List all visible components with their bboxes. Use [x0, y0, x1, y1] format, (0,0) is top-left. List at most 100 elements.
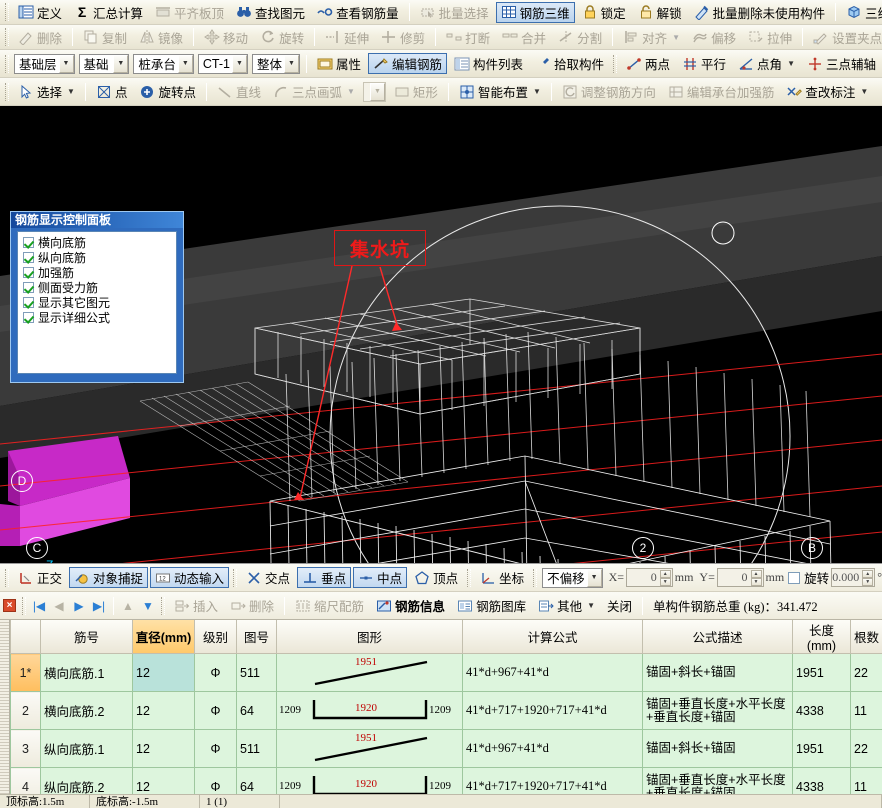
- cell-index[interactable]: 1*: [11, 654, 41, 692]
- cell-shape[interactable]: 1209 1920 1209: [277, 692, 463, 730]
- rebar-button-scaled-rebar[interactable]: 缩尺配筋: [290, 595, 369, 616]
- checkbox-row-reinforcement-rebar[interactable]: 加强筋: [20, 265, 174, 280]
- checkbox-row-longitudinal-bottom-rebar[interactable]: 纵向底筋: [20, 250, 174, 265]
- nav-first-record[interactable]: |◀: [29, 596, 49, 616]
- toolbar-grip[interactable]: [5, 83, 9, 101]
- snap-toggle-ortho[interactable]: 正交: [13, 567, 67, 588]
- cell-shape[interactable]: 1951: [277, 654, 463, 692]
- chevron-down-icon[interactable]: ▼: [533, 87, 541, 96]
- col-header-count[interactable]: 根数: [851, 620, 882, 654]
- toolbar-button-three-point-axis[interactable]: 三点辅轴: [802, 53, 881, 74]
- chevron-down-icon[interactable]: ▼: [113, 55, 128, 73]
- cell-length[interactable]: 4338: [793, 692, 851, 730]
- snap-toggle-coordinate[interactable]: 坐标: [475, 567, 529, 588]
- nav-prev-record[interactable]: ◀: [49, 596, 69, 616]
- chevron-down-icon[interactable]: ▼: [284, 55, 299, 73]
- nav-move-down[interactable]: ▼: [138, 596, 158, 616]
- cell-diameter[interactable]: 12: [133, 692, 195, 730]
- chevron-down-icon[interactable]: ▼: [860, 87, 868, 96]
- table-row[interactable]: 2 横向底筋.2 12 Φ 64 1209 1920 1209 41*d+717…: [11, 692, 882, 730]
- toolbar-button-component-list[interactable]: 构件列表: [449, 53, 528, 74]
- cell-grade[interactable]: Φ: [195, 730, 237, 768]
- rebar-button-other[interactable]: 其他 ▼: [533, 595, 600, 616]
- rebar-table[interactable]: 筋号 直径(mm) 级别 图号 图形 计算公式 公式描述 长度(mm) 根数 1…: [10, 620, 882, 794]
- chevron-down-icon[interactable]: ▼: [672, 33, 680, 42]
- toolbar-button-align[interactable]: 对齐 ▼: [618, 27, 685, 48]
- toolbar-button-three-point-arc[interactable]: 三点画弧 ▼: [268, 81, 360, 102]
- checkbox[interactable]: [23, 297, 34, 308]
- combo-offset-mode[interactable]: 不偏移 ▼: [542, 568, 603, 588]
- toolbar-grip[interactable]: [613, 55, 617, 73]
- cell-name[interactable]: 横向底筋.1: [41, 654, 133, 692]
- rebar-button-rebar-info[interactable]: 钢筋信息: [371, 595, 450, 616]
- 3d-viewport[interactable]: Z Y X D C 2 B 集水坑 钢筋显示控制面板 横向底筋 纵向底筋: [0, 106, 882, 563]
- rebar-display-control-panel[interactable]: 钢筋显示控制面板 横向底筋 纵向底筋 加强筋 侧面受力筋: [10, 211, 184, 383]
- snap-toggle-intersection[interactable]: 交点: [241, 567, 295, 588]
- chevron-down-icon[interactable]: ▼: [370, 83, 385, 101]
- col-header-formula[interactable]: 计算公式: [463, 620, 643, 654]
- combo-floor[interactable]: 基础层 ▼: [14, 54, 75, 74]
- cell-length[interactable]: 1951: [793, 654, 851, 692]
- cell-shape-no[interactable]: 64: [237, 768, 277, 795]
- combo-scope[interactable]: 整体 ▼: [252, 54, 300, 74]
- toolbar-button-set-grip[interactable]: 设置夹点: [808, 27, 882, 48]
- toolbar-button-select[interactable]: 选择 ▼: [13, 81, 80, 102]
- snap-toggle-vertex[interactable]: 顶点: [409, 567, 463, 588]
- spinner-down[interactable]: ▼: [862, 578, 873, 586]
- rebar-button-rebar-library[interactable]: 钢筋图库: [452, 595, 531, 616]
- cell-index[interactable]: 3: [11, 730, 41, 768]
- rotate-spinner[interactable]: ▲▼: [862, 570, 873, 586]
- cell-index[interactable]: 2: [11, 692, 41, 730]
- snapbar-grip[interactable]: [233, 569, 237, 587]
- toolbar-button-parallel[interactable]: 平行: [677, 53, 731, 74]
- table-row[interactable]: 1* 横向底筋.1 12 Φ 511 1951 41*d+967+41*d 锚固…: [11, 654, 882, 692]
- checkbox-row-show-detailed-formula[interactable]: 显示详细公式: [20, 310, 174, 325]
- spinner-down[interactable]: ▼: [751, 578, 762, 586]
- x-coordinate-input[interactable]: 0 ▲▼: [626, 568, 673, 587]
- toolbar-button-stretch[interactable]: 拉伸: [743, 27, 797, 48]
- cell-shape-no[interactable]: 511: [237, 654, 277, 692]
- toolbar-button-copy[interactable]: 复制: [78, 27, 132, 48]
- toolbar-button-split[interactable]: 分割: [553, 27, 607, 48]
- checkbox-row-show-other-elements[interactable]: 显示其它图元: [20, 295, 174, 310]
- toolbar-button-pick-component[interactable]: 拾取构件: [530, 53, 609, 74]
- toolbar-button-find-element[interactable]: 查找图元: [231, 2, 310, 23]
- toolbar-button-point[interactable]: 点: [91, 81, 133, 102]
- snapbar-grip[interactable]: [533, 569, 537, 587]
- toolbar-button-align-slab-top[interactable]: 平齐板顶: [150, 2, 229, 23]
- rotate-checkbox[interactable]: [788, 572, 800, 584]
- toolbar-button-point-angle[interactable]: 点角 ▼: [733, 53, 800, 74]
- col-header-index[interactable]: [11, 620, 41, 654]
- combo-component-type[interactable]: 桩承台 ▼: [133, 54, 194, 74]
- close-icon[interactable]: ×: [3, 599, 16, 612]
- rebar-button-close[interactable]: 关闭: [602, 595, 637, 616]
- toolbar-button-line[interactable]: 直线: [212, 81, 266, 102]
- toolbar-button-rotate-point[interactable]: 旋转点: [134, 81, 201, 102]
- toolbar-button-extend[interactable]: 延伸: [320, 27, 374, 48]
- chevron-down-icon[interactable]: ▼: [178, 55, 193, 73]
- nav-move-up[interactable]: ▲: [118, 596, 138, 616]
- combo-category[interactable]: 基础 ▼: [79, 54, 130, 74]
- chevron-down-icon[interactable]: ▼: [59, 55, 74, 73]
- cell-grade[interactable]: Φ: [195, 692, 237, 730]
- rebar-button-delete-row[interactable]: 删除: [225, 595, 279, 616]
- toolbar-button-delete[interactable]: 删除: [13, 27, 67, 48]
- cell-shape-no[interactable]: 64: [237, 692, 277, 730]
- col-header-grade[interactable]: 级别: [195, 620, 237, 654]
- toolbar-grip[interactable]: [5, 3, 9, 21]
- cell-desc[interactable]: 锚固+斜长+锚固: [643, 730, 793, 768]
- toolbar-button-batch-select[interactable]: 批量选择: [415, 2, 494, 23]
- spinner-up[interactable]: ▲: [751, 570, 762, 578]
- cell-desc[interactable]: 锚固+垂直长度+水平长度+垂直长度+锚固: [643, 692, 793, 730]
- cell-formula[interactable]: 41*d+967+41*d: [463, 730, 643, 768]
- col-header-name[interactable]: 筋号: [41, 620, 133, 654]
- toolbar-button-unlock[interactable]: 解锁: [633, 2, 687, 23]
- toolbar-button-smart-layout[interactable]: 智能布置 ▼: [454, 81, 546, 102]
- cell-grade[interactable]: Φ: [195, 654, 237, 692]
- toolbar-button-edit-dimension[interactable]: 查改标注 ▼: [781, 81, 873, 102]
- toolbar-button-trim[interactable]: 修剪: [376, 27, 430, 48]
- cell-shape[interactable]: 1951: [277, 730, 463, 768]
- checkbox-row-side-load-rebar[interactable]: 侧面受力筋: [20, 280, 174, 295]
- cell-diameter[interactable]: 12: [133, 730, 195, 768]
- toolbar-button-apply-to[interactable]: 应用至: [875, 81, 882, 102]
